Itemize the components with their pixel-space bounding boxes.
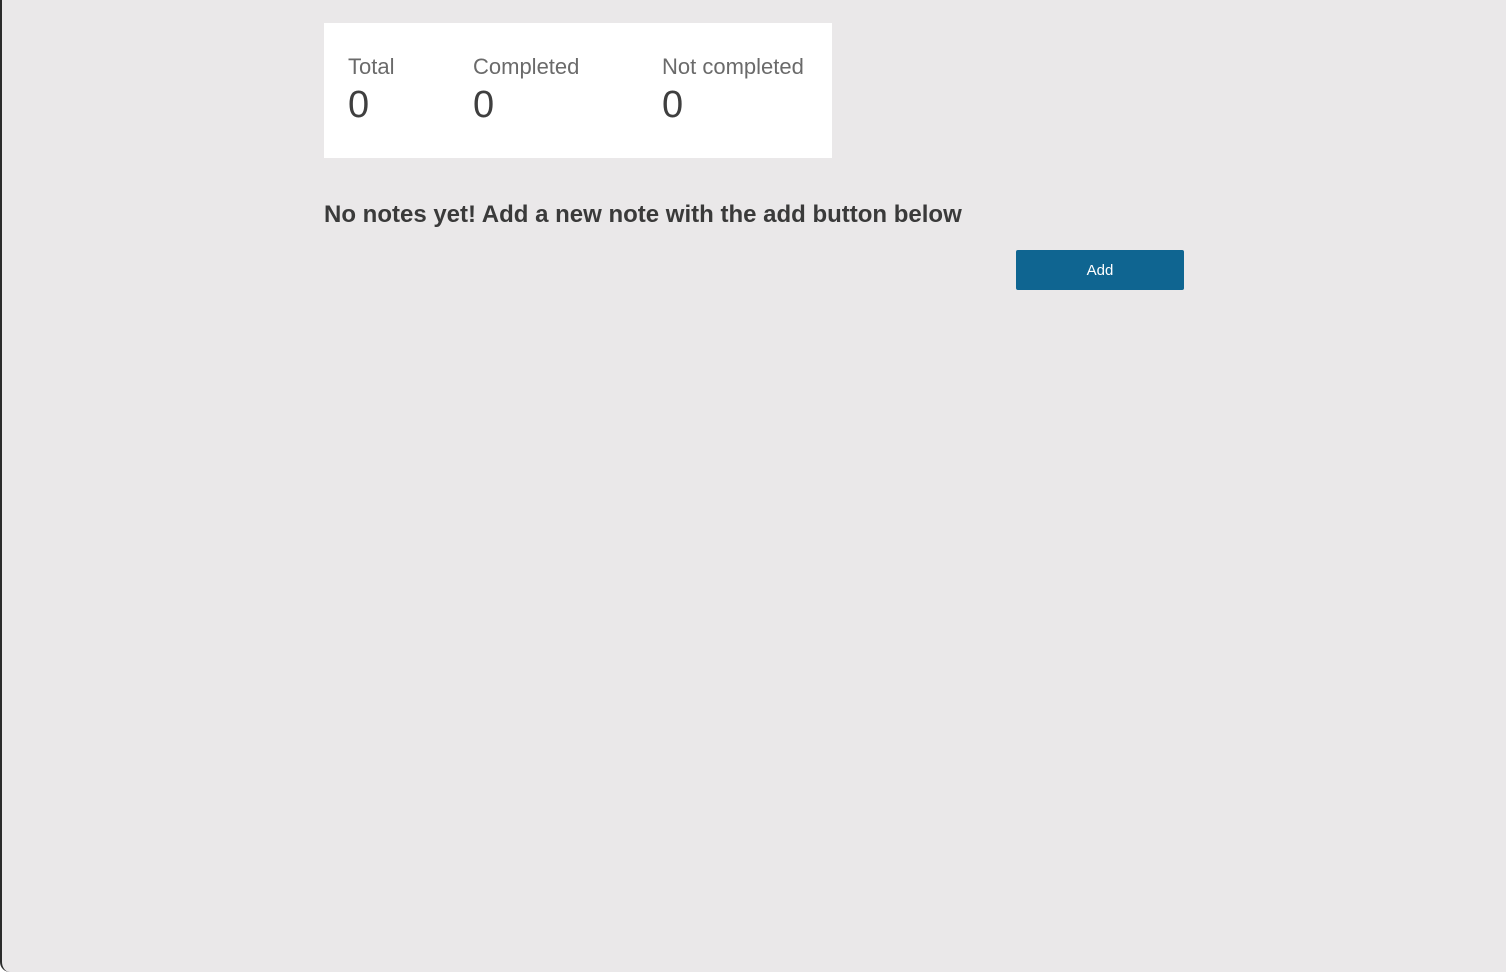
stats-card: Total 0 Completed 0 Not completed 0 (324, 23, 832, 158)
add-note-button[interactable]: Add (1016, 250, 1184, 290)
stat-not-completed-value: 0 (662, 84, 684, 126)
stat-completed: Completed 0 (473, 53, 579, 127)
stat-total-label: Total (348, 54, 395, 79)
stat-total: Total 0 (348, 53, 394, 127)
app-window: Total 0 Completed 0 Not completed 0 No n… (0, 0, 1506, 972)
stat-total-value: 0 (348, 84, 370, 126)
stat-completed-value: 0 (473, 84, 495, 126)
stat-not-completed-label: Not completed (662, 54, 804, 79)
stat-completed-label: Completed (473, 54, 580, 79)
empty-notes-message: No notes yet! Add a new note with the ad… (324, 201, 962, 228)
stat-not-completed: Not completed 0 (662, 53, 804, 127)
